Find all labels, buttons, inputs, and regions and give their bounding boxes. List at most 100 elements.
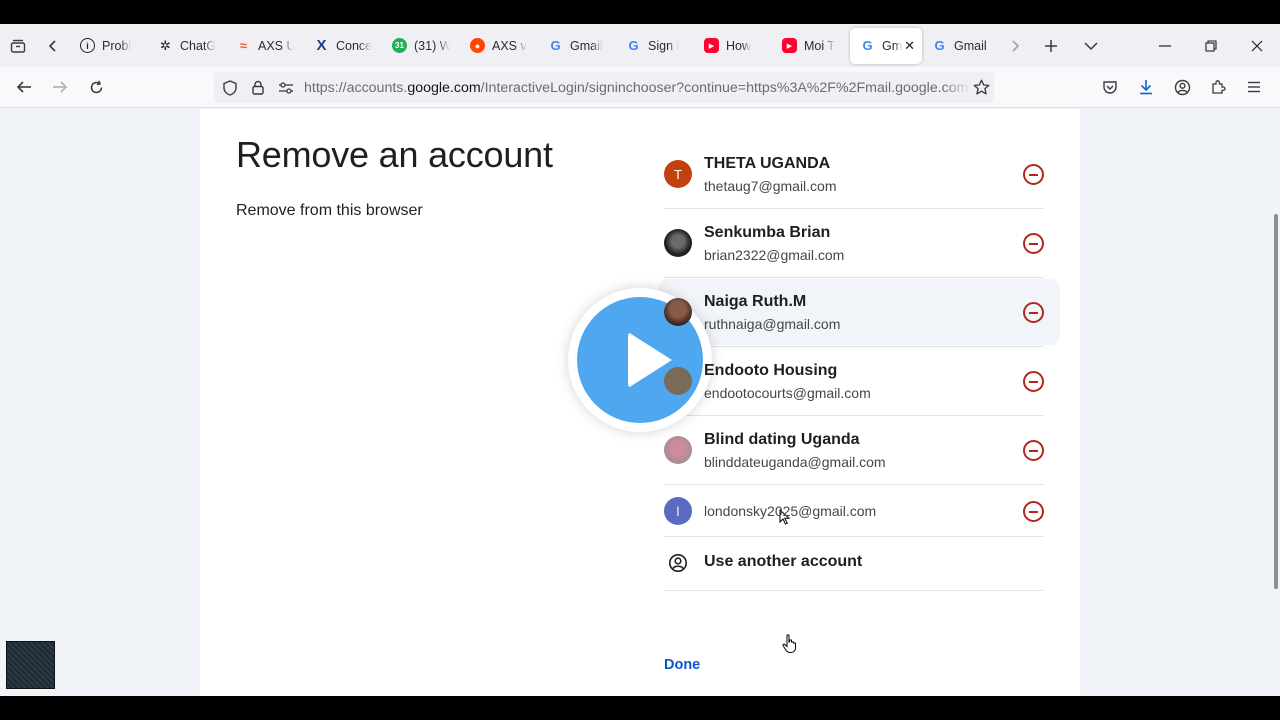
tab-title: Gmail (570, 38, 603, 53)
avatar (664, 298, 692, 326)
account-row[interactable]: Endooto Housing endootocourts@gmail.com (664, 347, 1044, 416)
reload-icon[interactable] (78, 71, 114, 103)
remove-account-icon[interactable] (1023, 501, 1044, 522)
tab-title: AXS U (258, 38, 294, 53)
lock-icon[interactable] (244, 72, 272, 103)
restore-icon[interactable] (1188, 24, 1234, 67)
reddit-icon: ● (470, 38, 485, 53)
tab-list-icon[interactable] (0, 28, 36, 64)
axs-icon: ≈ (239, 38, 248, 53)
browser-window: i Probl ✲ ChatG ≈ AXS U X Conce 31 (31) W ● AX… (0, 24, 1280, 696)
account-email: endootocourts@gmail.com (704, 385, 871, 401)
tab-gmail-active[interactable]: G Gm ✕ (850, 27, 922, 64)
pocket-icon[interactable] (1092, 71, 1128, 103)
tab-title: Sign i (648, 38, 680, 53)
close-tab-icon[interactable]: ✕ (904, 38, 915, 54)
shield-icon[interactable] (216, 72, 244, 103)
downloads-icon[interactable] (1128, 71, 1164, 103)
remove-account-icon[interactable] (1023, 233, 1044, 254)
youtube-icon: ▶ (782, 38, 797, 53)
avatar-initial: T (674, 166, 682, 182)
google-icon: G (934, 38, 945, 53)
use-another-account-button[interactable]: Use another account (664, 537, 1044, 591)
extensions-icon[interactable] (1200, 71, 1236, 103)
tab-strip: i Probl ✲ ChatG ≈ AXS U X Conce 31 (31) W ● AX… (0, 24, 1280, 67)
account-email: londonsky2025@gmail.com (704, 503, 877, 519)
tab-whatsapp[interactable]: 31 (31) W (382, 28, 460, 64)
account-name: Naiga Ruth.M (704, 293, 807, 310)
remove-account-icon[interactable] (1023, 371, 1044, 392)
google-icon: G (862, 38, 873, 53)
avatar (664, 436, 692, 464)
forward-icon[interactable] (42, 71, 78, 103)
tab-title: (31) W (414, 38, 450, 53)
bookmark-star-icon[interactable] (970, 72, 994, 103)
tab-youtube-how[interactable]: ▶ How (694, 28, 772, 64)
google-icon: G (628, 38, 639, 53)
site-permissions-icon[interactable] (272, 72, 300, 103)
account-name: Senkumba Brian (704, 224, 831, 241)
account-list: T THETA UGANDA thetaug7@gmail.com Senkum… (658, 140, 1060, 591)
account-email: blinddateuganda@gmail.com (704, 454, 886, 470)
person-circle-icon (669, 554, 687, 572)
tab-concern[interactable]: X Conce (304, 28, 382, 64)
tab-chatgpt[interactable]: ✲ ChatG (148, 28, 226, 64)
google-icon: G (550, 38, 561, 53)
account-row[interactable]: T THETA UGANDA thetaug7@gmail.com (664, 140, 1044, 209)
address-bar[interactable]: https://accounts.google.com/InteractiveL… (214, 72, 994, 103)
scroll-tabs-left-icon[interactable] (36, 28, 70, 64)
avatar (664, 229, 692, 257)
remove-account-icon[interactable] (1023, 440, 1044, 461)
page-title: Remove an account (236, 134, 553, 175)
avatar: l (664, 497, 692, 525)
x-icon: X (316, 37, 327, 54)
account-name: Blind dating Uganda (704, 431, 860, 448)
whatsapp-icon: 31 (392, 38, 407, 53)
tab-title: Conce (336, 38, 372, 53)
new-tab-icon[interactable] (1028, 28, 1074, 64)
scrollbar[interactable] (1274, 214, 1278, 589)
tab-gmail-1[interactable]: G Gmail (538, 28, 616, 64)
tab-title: Gmail (954, 38, 987, 53)
tab-axs-u[interactable]: ≈ AXS U (226, 28, 304, 64)
tab-title: Gm (882, 38, 903, 53)
tab-gmail-2[interactable]: G Gmail (922, 28, 1002, 64)
tab-title: How (726, 38, 752, 53)
done-button[interactable]: Done (664, 657, 700, 673)
tab-sign-in[interactable]: G Sign i (616, 28, 694, 64)
close-window-icon[interactable] (1234, 24, 1280, 67)
avatar: T (664, 160, 692, 188)
remove-account-icon[interactable] (1023, 164, 1044, 185)
avatar (664, 367, 692, 395)
account-row[interactable]: Senkumba Brian brian2322@gmail.com (664, 209, 1044, 278)
account-icon[interactable] (1164, 71, 1200, 103)
list-all-tabs-icon[interactable] (1074, 28, 1108, 64)
tab-title: Probl (102, 38, 132, 53)
navigation-bar: https://accounts.google.com/InteractiveL… (0, 67, 1280, 108)
url-path: /InteractiveLogin/signinchooser?continue… (480, 79, 970, 96)
page-subtitle: Remove from this browser (236, 202, 423, 219)
account-row[interactable]: Blind dating Uganda blinddateuganda@gmai… (664, 416, 1044, 485)
minimize-icon[interactable] (1142, 24, 1188, 67)
scroll-tabs-right-icon[interactable] (1002, 28, 1028, 64)
account-row[interactable]: Naiga Ruth.M ruthnaiga@gmail.com (658, 278, 1060, 347)
account-email: brian2322@gmail.com (704, 247, 845, 263)
tab-problem[interactable]: i Probl (70, 28, 148, 64)
tabs: i Probl ✲ ChatG ≈ AXS U X Conce 31 (31) W ● AX… (70, 24, 1002, 67)
account-name: Endooto Housing (704, 362, 838, 379)
account-row[interactable]: l londonsky2025@gmail.com (664, 485, 1044, 537)
url-text[interactable]: https://accounts.google.com/InteractiveL… (304, 80, 970, 96)
account-email: thetaug7@gmail.com (704, 178, 837, 194)
chatgpt-icon: ✲ (160, 37, 171, 53)
back-icon[interactable] (6, 71, 42, 103)
tab-youtube-moi[interactable]: ▶ Moi T (772, 28, 850, 64)
remove-account-icon[interactable] (1023, 302, 1044, 323)
avatar-initial: l (676, 503, 680, 519)
account-email: ruthnaiga@gmail.com (704, 316, 841, 332)
youtube-icon: ▶ (704, 38, 719, 53)
url-domain: google.com (407, 79, 481, 96)
menu-icon[interactable] (1236, 71, 1272, 103)
url-prefix: https://accounts. (304, 79, 408, 96)
tab-axs-v[interactable]: ● AXS v (460, 28, 538, 64)
use-another-account-label: Use another account (704, 553, 863, 570)
